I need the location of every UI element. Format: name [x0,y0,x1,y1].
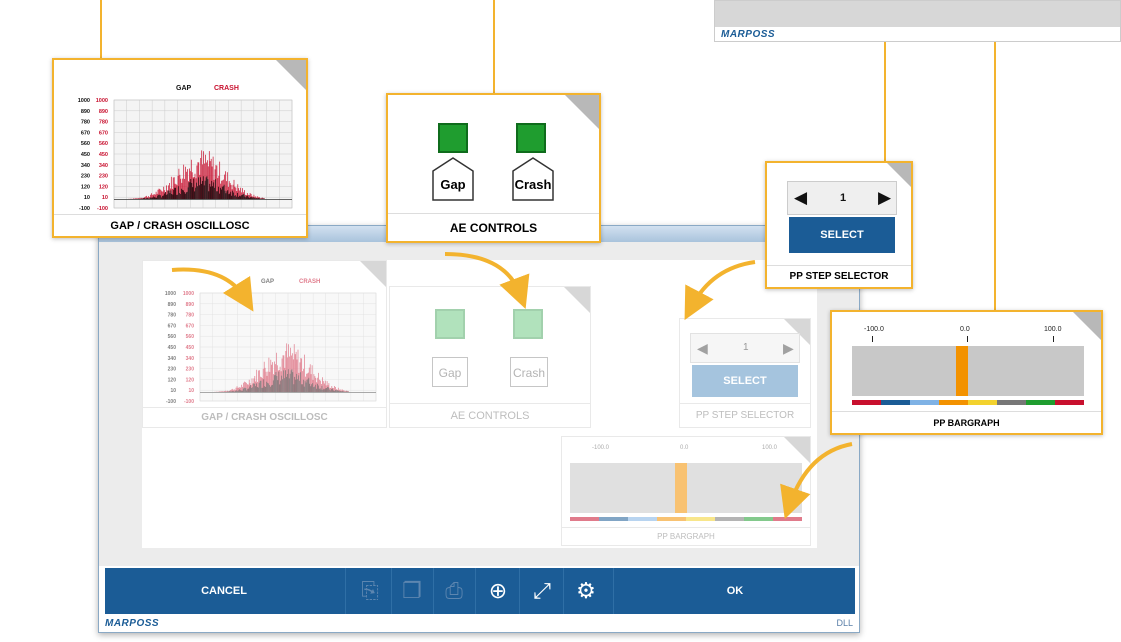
arrow-to-ae-controls [444,252,530,309]
arrow-to-pp-bargraph [780,442,853,520]
arrow-to-pp-step [684,260,756,321]
annotation-arrows [171,252,853,520]
stage: { "brand": "MARPOSS", "corner_mark": "DL… [0,0,1121,642]
arrow-to-gap-crash [171,267,254,312]
